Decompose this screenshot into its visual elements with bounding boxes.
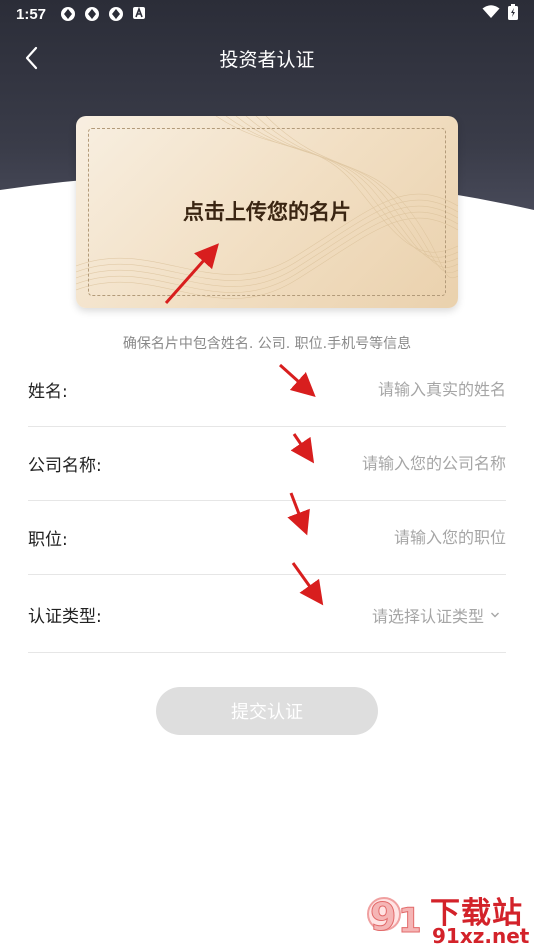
submit-button[interactable]: 提交认证: [156, 687, 378, 735]
watermark: 9 1 下载站 91xz.net: [362, 888, 534, 950]
card-hint-text: 确保名片中包含姓名. 公司. 职位.手机号等信息: [122, 336, 412, 352]
notification-icons: [60, 6, 148, 22]
app-notification-icon: [84, 6, 100, 22]
svg-text:1: 1: [398, 901, 422, 941]
watermark-url: 91xz.net: [432, 924, 530, 948]
company-row: 公司名称:: [28, 427, 506, 501]
name-label: 姓名:: [28, 382, 68, 402]
position-label: 职位:: [28, 530, 68, 550]
page-title: 投资者认证: [219, 48, 315, 71]
status-bar: 1:57: [0, 0, 534, 28]
position-row: 职位:: [28, 501, 506, 575]
battery-icon: [508, 4, 518, 24]
chevron-left-icon: [25, 46, 38, 70]
a-icon: [132, 6, 148, 22]
back-button[interactable]: [18, 44, 46, 72]
position-input[interactable]: [266, 528, 506, 547]
status-time: 1:57: [16, 5, 47, 23]
watermark-logo-icon: 9 1: [367, 895, 422, 942]
chevron-down-icon: [491, 612, 499, 617]
business-card-upload[interactable]: 点击上传您的名片: [76, 116, 458, 308]
name-input[interactable]: [266, 380, 506, 399]
svg-text:9: 9: [370, 895, 396, 939]
type-select-placeholder: 请选择认证类型: [371, 606, 484, 626]
company-label: 公司名称:: [28, 456, 102, 476]
upload-card-label: 点击上传您的名片: [183, 199, 351, 224]
company-input[interactable]: [266, 454, 506, 473]
app-notification-icon: [108, 6, 124, 22]
type-select[interactable]: 请选择认证类型: [372, 603, 506, 627]
type-label: 认证类型:: [28, 607, 102, 627]
nav-bar: 投资者认证: [0, 36, 534, 80]
name-row: 姓名:: [28, 353, 506, 427]
type-row: 认证类型: 请选择认证类型: [28, 577, 506, 653]
status-right-icons: [482, 4, 518, 24]
app-notification-icon: [60, 6, 76, 22]
wifi-icon: [482, 5, 500, 23]
